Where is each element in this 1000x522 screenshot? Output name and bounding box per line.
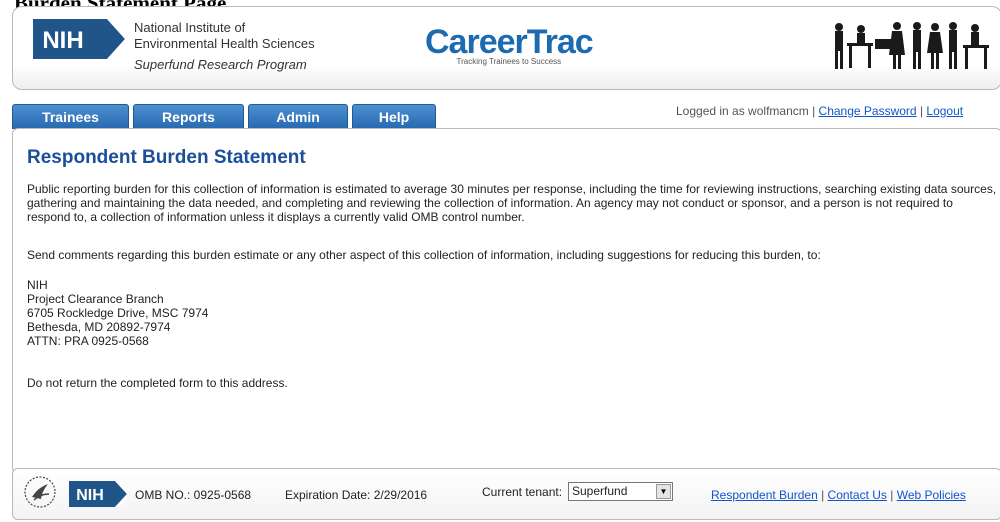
- address-line: Bethesda, MD 20892-7974: [27, 320, 171, 334]
- login-separator: |: [808, 104, 819, 118]
- logged-in-user: Logged in as wolfmancm: [676, 104, 809, 118]
- address-line: Project Clearance Branch: [27, 292, 164, 306]
- footer-separator: |: [817, 488, 828, 502]
- tab-help[interactable]: Help: [352, 104, 436, 129]
- mailing-address: NIH Project Clearance Branch 6705 Rockle…: [27, 278, 997, 348]
- login-status: Logged in as wolfmancm | Change Password…: [676, 104, 963, 118]
- burden-paragraph: Public reporting burden for this collect…: [27, 182, 997, 224]
- nih-logo-text: NIH: [42, 27, 83, 54]
- nih-footer-logo-text: NIH: [76, 487, 104, 504]
- footer-links: Respondent Burden | Contact Us | Web Pol…: [711, 488, 966, 502]
- org-line-2: Environmental Health Sciences: [134, 36, 315, 51]
- change-password-link[interactable]: Change Password: [819, 104, 917, 118]
- nih-logo: NIH: [33, 19, 125, 59]
- comments-paragraph: Send comments regarding this burden esti…: [27, 248, 821, 262]
- contact-us-link[interactable]: Contact Us: [828, 488, 887, 502]
- tenant-label: Current tenant:: [482, 485, 563, 499]
- site-footer: NIH OMB NO.: 0925-0568 Expiration Date: …: [12, 468, 1000, 520]
- org-line-1: National Institute of: [134, 20, 246, 35]
- brand-title: CareerTrac: [425, 23, 594, 61]
- footer-separator: |: [886, 488, 897, 502]
- main-content: Respondent Burden Statement Public repor…: [12, 128, 1000, 474]
- tab-reports[interactable]: Reports: [133, 104, 244, 129]
- web-policies-link[interactable]: Web Policies: [897, 488, 966, 502]
- site-header: NIH National Institute of Environmental …: [12, 6, 1000, 90]
- organization-name: National Institute of Environmental Heal…: [134, 20, 315, 73]
- login-separator: |: [916, 104, 927, 118]
- nih-footer-logo: NIH: [69, 481, 127, 507]
- page-title: Respondent Burden Statement: [27, 147, 306, 168]
- omb-number: OMB NO.: 0925-0568: [135, 488, 252, 502]
- people-silhouettes-icon: [835, 22, 989, 69]
- tenant-select[interactable]: Superfund ▼: [568, 482, 673, 501]
- program-name: Superfund Research Program: [134, 57, 307, 72]
- careertrac-brand: CareerTrac Tracking Trainees to Success: [425, 23, 594, 66]
- hhs-eagle-logo: [24, 476, 56, 508]
- respondent-burden-link[interactable]: Respondent Burden: [711, 488, 818, 502]
- dropdown-arrow-icon[interactable]: ▼: [656, 484, 671, 499]
- address-line: 6705 Rockledge Drive, MSC 7974: [27, 306, 209, 320]
- return-notice: Do not return the completed form to this…: [27, 376, 288, 390]
- tab-admin[interactable]: Admin: [248, 104, 348, 129]
- logout-link[interactable]: Logout: [926, 104, 963, 118]
- address-line: NIH: [27, 278, 48, 292]
- expiration-date: Expiration Date: 2/29/2016: [285, 488, 428, 502]
- address-line: ATTN: PRA 0925-0568: [27, 334, 149, 348]
- tenant-selected-value: Superfund: [572, 484, 628, 498]
- tab-trainees[interactable]: Trainees: [12, 104, 129, 129]
